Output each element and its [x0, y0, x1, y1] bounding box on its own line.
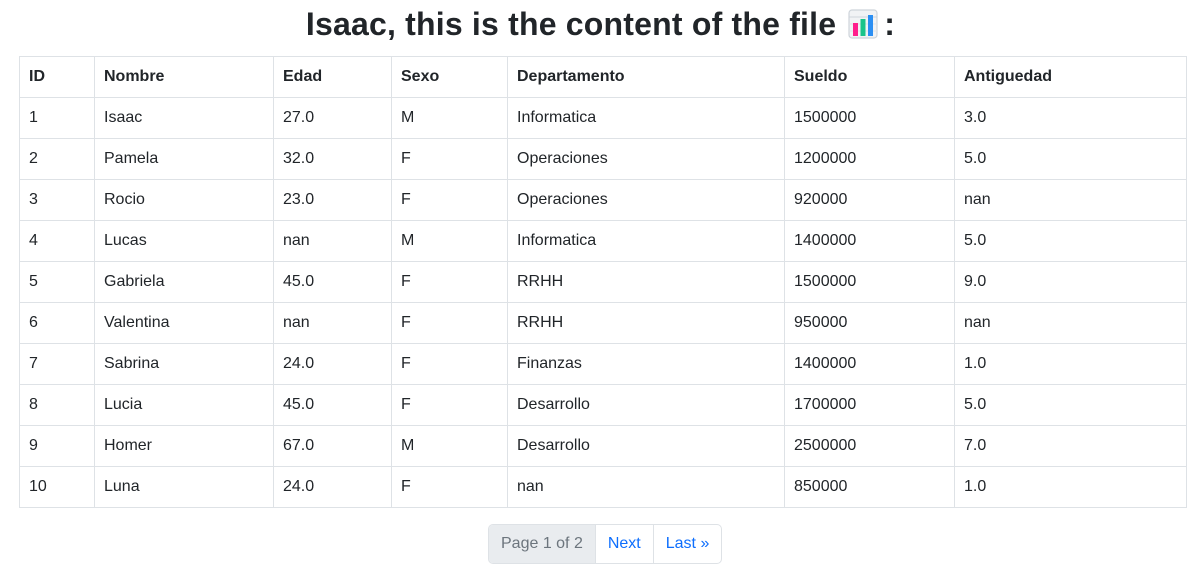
table-cell-sueldo: 1200000: [784, 138, 955, 180]
table-cell-antiguedad: 5.0: [954, 384, 1187, 426]
table-cell-sexo: M: [391, 220, 508, 262]
table-cell-id: 1: [19, 97, 95, 139]
table-cell-sueldo: 1500000: [784, 97, 955, 139]
table-cell-nombre: Pamela: [94, 138, 274, 180]
table-cell-sueldo: 1400000: [784, 220, 955, 262]
pagination-current-page: Page 1 of 2: [489, 525, 595, 563]
table-row: 1 Isaac 27.0 M Informatica 1500000 3.0: [19, 97, 1187, 139]
table-cell-departamento: Informatica: [507, 220, 785, 262]
table-cell-nombre: Rocio: [94, 179, 274, 221]
table-cell-antiguedad: 5.0: [954, 138, 1187, 180]
table-cell-nombre: Homer: [94, 425, 274, 467]
table-cell-sexo: F: [391, 343, 508, 385]
table-cell-id: 9: [19, 425, 95, 467]
page-title: Isaac, this is the content of the file :: [0, 0, 1201, 48]
table-cell-departamento: Desarrollo: [507, 384, 785, 426]
table-cell-sexo: F: [391, 179, 508, 221]
table-cell-id: 10: [19, 466, 95, 508]
table-cell-sueldo: 1500000: [784, 261, 955, 303]
table-cell-antiguedad: 1.0: [954, 343, 1187, 385]
table-cell-id: 7: [19, 343, 95, 385]
table-cell-sueldo: 2500000: [784, 425, 955, 467]
table-cell-sexo: F: [391, 302, 508, 344]
table-cell-sexo: M: [391, 425, 508, 467]
table-cell-sueldo: 950000: [784, 302, 955, 344]
table-cell-sexo: M: [391, 97, 508, 139]
table-header-row: ID Nombre Edad Sexo Departamento Sueldo Antigu…: [19, 56, 1187, 98]
table-row: 2 Pamela 32.0 F Operaciones 1200000 5.0: [19, 138, 1187, 180]
table-cell-id: 4: [19, 220, 95, 262]
table-cell-departamento: nan: [507, 466, 785, 508]
pagination-next-link[interactable]: Next: [594, 525, 653, 563]
table-row: 7 Sabrina 24.0 F Finanzas 1400000 1.0: [19, 343, 1187, 385]
table-cell-edad: 23.0: [273, 179, 392, 221]
table-cell-nombre: Lucia: [94, 384, 274, 426]
table-cell-sexo: F: [391, 261, 508, 303]
table-cell-edad: 27.0: [273, 97, 392, 139]
table-cell-edad: 45.0: [273, 261, 392, 303]
table-cell-edad: 45.0: [273, 384, 392, 426]
column-header-edad: Edad: [273, 56, 392, 98]
table-cell-departamento: Operaciones: [507, 179, 785, 221]
page-title-text: Isaac, this is the content of the file: [305, 5, 837, 42]
table-cell-nombre: Isaac: [94, 97, 274, 139]
table-row: 6 Valentina nan F RRHH 950000 nan: [19, 302, 1187, 344]
table-cell-edad: 32.0: [273, 138, 392, 180]
table-row: 10 Luna 24.0 Fnan 850000 1.0: [19, 466, 1187, 508]
table-cell-antiguedad: 1.0: [954, 466, 1187, 508]
column-header-id: ID: [19, 56, 95, 98]
bar-chart-icon: [848, 9, 878, 39]
table-cell-departamento: Informatica: [507, 97, 785, 139]
table-cell-edad: 67.0: [273, 425, 392, 467]
table-cell-id: 5: [19, 261, 95, 303]
table-cell-nombre: Gabriela: [94, 261, 274, 303]
table-cell-sexo: F: [391, 466, 508, 508]
table-cell-antiguedad: 5.0: [954, 220, 1187, 262]
title-suffix: :: [884, 5, 896, 42]
data-table: ID Nombre Edad Sexo Departamento Sueldo Antigu…: [19, 56, 1187, 508]
table-row: 3 Rocio 23.0 F Operaciones 920000 nan: [19, 179, 1187, 221]
table-cell-id: 8: [19, 384, 95, 426]
table-cell-id: 2: [19, 138, 95, 180]
table-cell-edad: 24.0: [273, 343, 392, 385]
table-cell-edad: 24.0: [273, 466, 392, 508]
table-cell-sexo: F: [391, 384, 508, 426]
column-header-sexo: Sexo: [391, 56, 508, 98]
table-cell-departamento: RRHH: [507, 261, 785, 303]
table-cell-sexo: F: [391, 138, 508, 180]
table-cell-antiguedad: 9.0: [954, 261, 1187, 303]
table-row: 5 Gabriela 45.0 F RRHH 1500000 9.0: [19, 261, 1187, 303]
table-row: 4 Lucas nan M Informatica 1400000 5.0: [19, 220, 1187, 262]
table-cell-nombre: Valentina: [94, 302, 274, 344]
pagination: Page 1 of 2 Next Last »: [488, 524, 723, 564]
table-cell-departamento: Desarrollo: [507, 425, 785, 467]
table-cell-edad: nan: [273, 220, 392, 262]
table-cell-sueldo: 920000: [784, 179, 955, 221]
table-cell-sueldo: 1400000: [784, 343, 955, 385]
column-header-antiguedad: Antiguedad: [954, 56, 1187, 98]
column-header-sueldo: Sueldo: [784, 56, 955, 98]
page: Isaac, this is the content of the file :: [0, 0, 1201, 571]
table-row: 9 Homer 67.0 M Desarrollo 2500000 7.0: [19, 425, 1187, 467]
table-cell-departamento: Operaciones: [507, 138, 785, 180]
table-cell-id: 3: [19, 179, 95, 221]
table-body: 1 Isaac 27.0 M Informatica 1500000 3.0 2 Pamela 3…: [19, 97, 1187, 508]
table-cell-nombre: Lucas: [94, 220, 274, 262]
table-cell-nombre: Sabrina: [94, 343, 274, 385]
table-cell-antiguedad: 7.0: [954, 425, 1187, 467]
table-cell-sueldo: 850000: [784, 466, 955, 508]
table-cell-antiguedad: nan: [954, 302, 1187, 344]
table-cell-nombre: Luna: [94, 466, 274, 508]
pagination-last-link[interactable]: Last »: [652, 525, 722, 563]
table-cell-antiguedad: nan: [954, 179, 1187, 221]
table-row: 8 Lucia 45.0 F Desarrollo 1700000 5.0: [19, 384, 1187, 426]
table-cell-departamento: Finanzas: [507, 343, 785, 385]
table-cell-sueldo: 1700000: [784, 384, 955, 426]
table-cell-antiguedad: 3.0: [954, 97, 1187, 139]
table-cell-departamento: RRHH: [507, 302, 785, 344]
table-cell-id: 6: [19, 302, 95, 344]
column-header-departamento: Departamento: [507, 56, 785, 98]
table-cell-edad: nan: [273, 302, 392, 344]
column-header-nombre: Nombre: [94, 56, 274, 98]
